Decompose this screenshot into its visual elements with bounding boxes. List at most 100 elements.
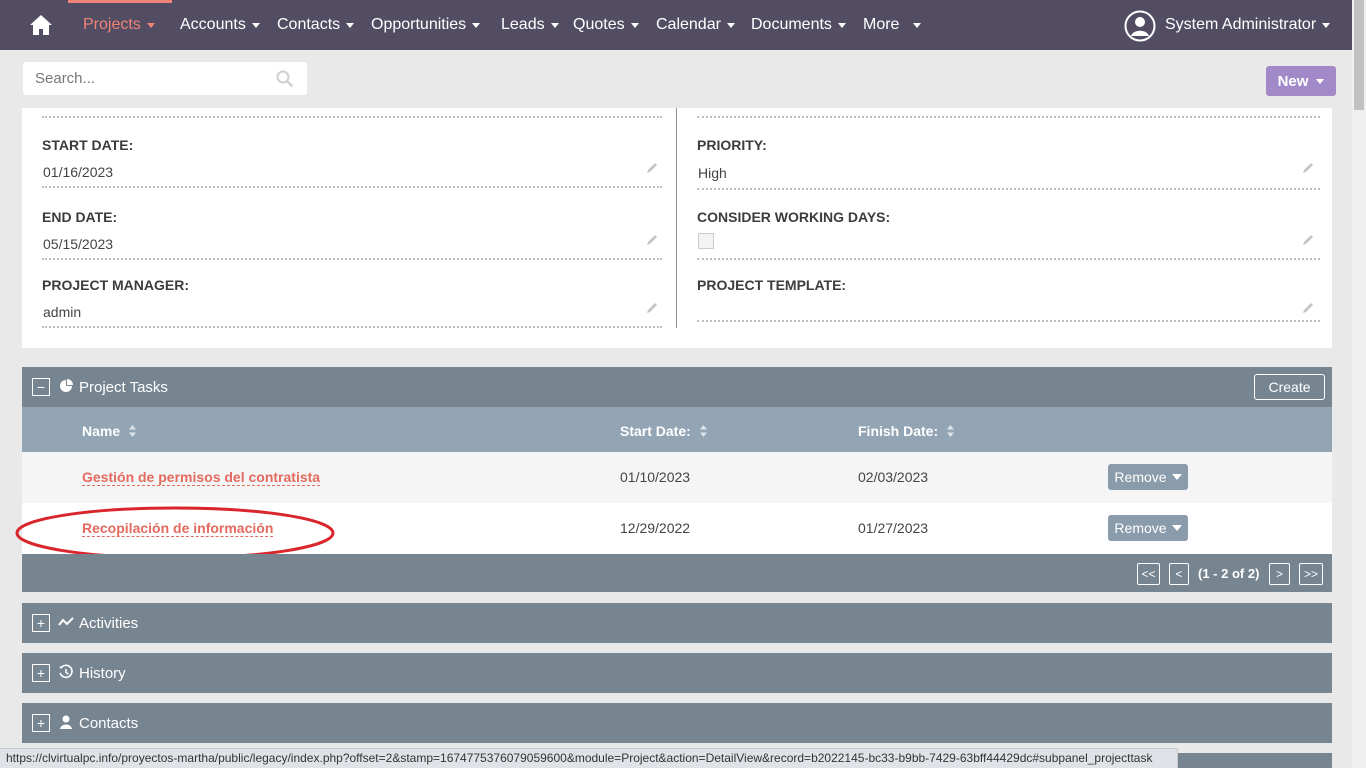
remove-button-label: Remove: [1114, 469, 1167, 485]
nav-opportunities-label: Opportunities: [371, 16, 467, 33]
chevron-down-icon[interactable]: [1171, 525, 1182, 531]
collapse-toggle[interactable]: −: [32, 378, 50, 396]
expand-toggle[interactable]: +: [32, 664, 50, 682]
new-button[interactable]: New: [1266, 66, 1336, 96]
column-name-label: Name: [82, 423, 121, 439]
remove-button[interactable]: Remove: [1108, 464, 1188, 490]
home-icon[interactable]: [28, 13, 54, 37]
red-ellipse-annotation: [15, 506, 335, 560]
history-title: History: [79, 665, 126, 682]
project-template-label: PROJECT TEMPLATE:: [697, 277, 847, 293]
nav-calendar[interactable]: Calendar: [656, 0, 735, 50]
field-separator: [42, 258, 662, 260]
nav-documents[interactable]: Documents: [751, 0, 846, 50]
pagination-count: (1 - 2 of 2): [1198, 566, 1260, 581]
pie-chart-icon: [60, 379, 73, 392]
pencil-icon[interactable]: [645, 161, 659, 175]
column-header-name[interactable]: Name: [82, 423, 137, 439]
start-date-label: START DATE:: [42, 137, 134, 153]
pencil-icon[interactable]: [1301, 301, 1315, 315]
remove-button[interactable]: Remove: [1108, 515, 1188, 541]
nav-leads[interactable]: Leads: [501, 0, 559, 50]
remove-button-label: Remove: [1114, 520, 1167, 536]
expand-toggle[interactable]: +: [32, 614, 50, 632]
column-start-label: Start Date:: [620, 423, 691, 439]
nav-more-label: More: [863, 16, 900, 33]
expand-toggle[interactable]: +: [32, 714, 50, 732]
chevron-down-icon: [146, 22, 155, 28]
tasks-table-header: Name Start Date: Finish Date:: [22, 407, 1332, 452]
search-input[interactable]: [23, 62, 307, 95]
table-row: Gestión de permisos del contratista 01/1…: [22, 452, 1332, 503]
user-avatar-icon[interactable]: [1124, 10, 1156, 42]
page-scrollbar[interactable]: [1352, 0, 1366, 768]
project-manager-value: admin: [43, 304, 82, 320]
nav-accounts[interactable]: Accounts: [180, 0, 260, 50]
nav-accounts-label: Accounts: [180, 16, 246, 33]
user-name: System Administrator: [1165, 16, 1317, 33]
sort-icon[interactable]: [699, 424, 708, 438]
task-finish-date: 02/03/2023: [858, 469, 929, 485]
start-date-value: 01/16/2023: [43, 164, 114, 180]
nav-calendar-label: Calendar: [656, 16, 721, 33]
scrollbar-thumb[interactable]: [1354, 0, 1364, 110]
top-navigation: Projects Accounts Contacts Opportunities…: [0, 0, 1352, 50]
column-header-start-date[interactable]: Start Date:: [620, 423, 708, 439]
pencil-icon[interactable]: [1301, 161, 1315, 175]
field-separator: [42, 326, 662, 328]
project-detail-panel: [22, 108, 1332, 348]
priority-value: High: [698, 165, 727, 181]
pencil-icon[interactable]: [645, 233, 659, 247]
nav-leads-label: Leads: [501, 16, 545, 33]
nav-projects[interactable]: Projects: [83, 0, 155, 50]
nav-contacts-label: Contacts: [277, 16, 341, 33]
field-separator: [697, 188, 1320, 190]
project-tasks-title: Project Tasks: [79, 379, 168, 396]
end-date-label: END DATE:: [42, 209, 118, 225]
nav-opportunities[interactable]: Opportunities: [371, 0, 481, 50]
activities-header[interactable]: + Activities: [22, 603, 1332, 643]
next-page-button[interactable]: >: [1269, 563, 1290, 585]
nav-more[interactable]: More: [863, 0, 922, 50]
field-separator: [697, 320, 1320, 322]
last-page-button[interactable]: >>: [1299, 563, 1323, 585]
chevron-down-icon: [346, 22, 355, 28]
column-finish-label: Finish Date:: [858, 423, 939, 439]
pagination-bar: << < (1 - 2 of 2) > >>: [22, 554, 1332, 592]
task-name-link[interactable]: Gestión de permisos del contratista: [82, 469, 321, 486]
chevron-down-icon: [1322, 22, 1331, 28]
nav-projects-label: Projects: [83, 16, 141, 33]
project-manager-label: PROJECT MANAGER:: [42, 277, 190, 293]
new-button-label: New: [1277, 72, 1309, 90]
column-header-finish-date[interactable]: Finish Date:: [858, 423, 955, 439]
history-header[interactable]: + History: [22, 653, 1332, 693]
project-tasks-header[interactable]: − Project Tasks: [22, 367, 1332, 407]
chevron-down-icon[interactable]: [1171, 474, 1182, 480]
priority-label: PRIORITY:: [697, 137, 767, 153]
nav-quotes[interactable]: Quotes: [573, 0, 639, 50]
nav-quotes-label: Quotes: [573, 16, 625, 33]
contacts-header[interactable]: + Contacts: [22, 703, 1332, 743]
field-separator: [697, 258, 1320, 260]
sort-icon[interactable]: [128, 424, 137, 438]
chevron-down-icon: [726, 22, 735, 28]
field-separator: [42, 186, 662, 188]
chevron-down-icon: [550, 22, 559, 28]
chevron-down-icon: [251, 22, 260, 28]
field-separator: [697, 116, 1320, 118]
search-icon[interactable]: [276, 70, 294, 88]
first-page-button[interactable]: <<: [1137, 563, 1160, 585]
pencil-icon[interactable]: [1301, 233, 1315, 247]
prev-page-button[interactable]: <: [1169, 563, 1189, 585]
consider-working-days-checkbox[interactable]: [698, 233, 714, 249]
sort-icon[interactable]: [946, 424, 955, 438]
nav-contacts[interactable]: Contacts: [277, 0, 355, 50]
task-name-cell: Gestión de permisos del contratista: [82, 469, 321, 486]
pencil-icon[interactable]: [645, 301, 659, 315]
user-menu[interactable]: System Administrator: [1165, 0, 1331, 50]
browser-status-url: https://clvirtualpc.info/proyectos-marth…: [0, 748, 1178, 768]
create-task-button[interactable]: Create: [1254, 374, 1325, 400]
history-clock-icon: [59, 664, 73, 679]
nav-documents-label: Documents: [751, 16, 832, 33]
end-date-value: 05/15/2023: [43, 236, 114, 252]
